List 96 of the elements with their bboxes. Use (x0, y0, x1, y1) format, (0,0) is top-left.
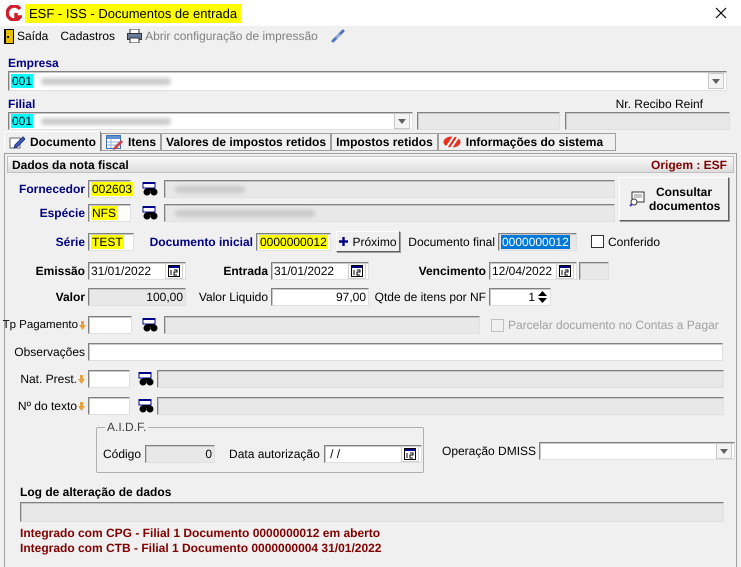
field-label: Qtde de itens por NF (374, 290, 486, 304)
redacted-text (175, 186, 245, 192)
tab[interactable]: Informações do sistema (438, 133, 616, 151)
quantity-spinner[interactable]: 1 (489, 288, 551, 306)
arrow-down-icon (79, 320, 86, 330)
supplier-name-field[interactable] (164, 180, 615, 198)
amount-field[interactable]: 100,00 (88, 288, 186, 306)
code-field[interactable]: 0 (145, 445, 216, 463)
group-title: A.I.D.F. (105, 420, 148, 434)
app-logo-icon (6, 5, 22, 21)
log-entry: Integrado com CTB - Filial 1 Documento 0000000004 31/01/2022 (20, 541, 382, 555)
tab[interactable]: Valores de impostos retidos (161, 133, 332, 151)
end-document-field[interactable]: 0000000012 (498, 232, 577, 250)
field-label: Espécie (40, 206, 85, 220)
field-label: Nr. Recibo Reinf (616, 97, 703, 111)
field-label: Documento final (408, 234, 495, 248)
empresa-label: Empresa (8, 56, 60, 70)
field-label: Vencimento (418, 264, 486, 278)
filial-dropdown[interactable]: 001 (8, 112, 413, 130)
field-label: Tp Pagamento (2, 319, 78, 331)
table-edit-icon (106, 134, 123, 150)
recibo-field[interactable] (565, 112, 730, 130)
empresa-dropdown[interactable]: 001 (8, 71, 727, 91)
date-field[interactable]: / / (324, 445, 422, 463)
text-field[interactable] (579, 262, 609, 280)
field-label: Código (103, 447, 142, 461)
start-document-field[interactable]: 0000000012 (256, 232, 331, 250)
date-field[interactable]: 31/01/2022 (271, 262, 369, 280)
chain-link-icon[interactable] (330, 28, 346, 44)
field-label: Nº do texto (18, 399, 77, 413)
arrow-down-icon (78, 374, 85, 384)
close-icon[interactable] (715, 7, 727, 19)
calendar-icon[interactable] (404, 448, 416, 460)
field-label: Fornecedor (18, 182, 85, 196)
checkbox-label: Parcelar documento no Contas a Pagar (508, 318, 719, 332)
calendar-icon[interactable] (559, 265, 571, 277)
lookup-icon[interactable] (142, 182, 158, 196)
lookup-icon[interactable] (138, 372, 154, 386)
supplier-code-field[interactable]: 002603 (88, 180, 131, 198)
next-button[interactable]: Próximo (336, 231, 400, 252)
net-amount-field[interactable]: 97,00 (271, 288, 369, 306)
dmiss-dropdown[interactable] (539, 442, 736, 460)
filial-label: Filial (8, 97, 36, 111)
stripes-logo-icon (442, 136, 461, 148)
notes-field[interactable] (88, 343, 723, 361)
spin-arrows-icon (537, 290, 548, 304)
field-label: Documento inicial (150, 234, 253, 248)
lookup-icon[interactable] (138, 398, 154, 414)
toolbar-button[interactable]: Cadastros (60, 29, 116, 43)
date-field[interactable]: 31/01/2022 (88, 262, 186, 280)
pencil-icon (9, 134, 25, 148)
date-field[interactable]: 12/04/2022 (489, 262, 577, 280)
consultar-button[interactable]: Consultar documentos (619, 177, 729, 221)
series-field[interactable]: TEST (88, 232, 134, 250)
field-label: Data autorização (229, 447, 320, 461)
arrow-down-icon (78, 402, 85, 410)
text-field[interactable] (88, 370, 130, 388)
calendar-icon[interactable] (168, 265, 180, 277)
document-type-name-field[interactable] (164, 204, 615, 222)
text-field[interactable] (417, 112, 560, 130)
field-label: Valor Liquido (198, 290, 268, 304)
tab[interactable]: Documento (4, 131, 101, 151)
tab[interactable]: Itens (101, 133, 162, 151)
button-label: Consultar documentos (649, 185, 719, 213)
plus-icon (339, 237, 348, 246)
text-field[interactable] (157, 370, 724, 388)
checkbox-label: Conferido (608, 234, 660, 248)
document-type-field[interactable]: NFS (88, 204, 131, 222)
section-title: Dados da nota fiscal (12, 158, 129, 172)
field-label: Nat. Prest. (20, 372, 77, 386)
printer-icon (127, 29, 142, 43)
origin-label: Origem : ESF (650, 158, 727, 172)
tab[interactable]: Impostos retidos (331, 133, 438, 151)
window-title: ESF - ISS - Documentos de entrada (25, 4, 242, 22)
field-label: Observações (14, 345, 85, 359)
calendar-icon[interactable] (351, 265, 363, 277)
text-field[interactable] (157, 397, 724, 415)
caret-icon (398, 118, 406, 124)
field-label: Emissão (36, 264, 85, 278)
text-field[interactable] (88, 316, 132, 334)
log-entry: Integrado com CPG - Filial 1 Documento 0000000012 em aberto (20, 526, 382, 540)
checkbox[interactable] (591, 235, 604, 248)
text-field[interactable] (88, 397, 130, 415)
lookup-icon[interactable] (142, 206, 158, 220)
log-title: Log de alteração de dados (20, 485, 172, 499)
field-label: Operação DMISS (442, 444, 536, 458)
field-label: Série (56, 234, 85, 248)
caret-icon (712, 78, 720, 84)
door-icon (4, 28, 14, 44)
text-field[interactable] (164, 316, 480, 334)
caret-icon (720, 448, 728, 454)
lookup-icon[interactable] (142, 318, 158, 332)
field-label: Entrada (223, 264, 268, 278)
field-label: Valor (56, 290, 85, 304)
document-search-icon (629, 191, 645, 207)
toolbar-button[interactable]: Saída (4, 28, 48, 44)
